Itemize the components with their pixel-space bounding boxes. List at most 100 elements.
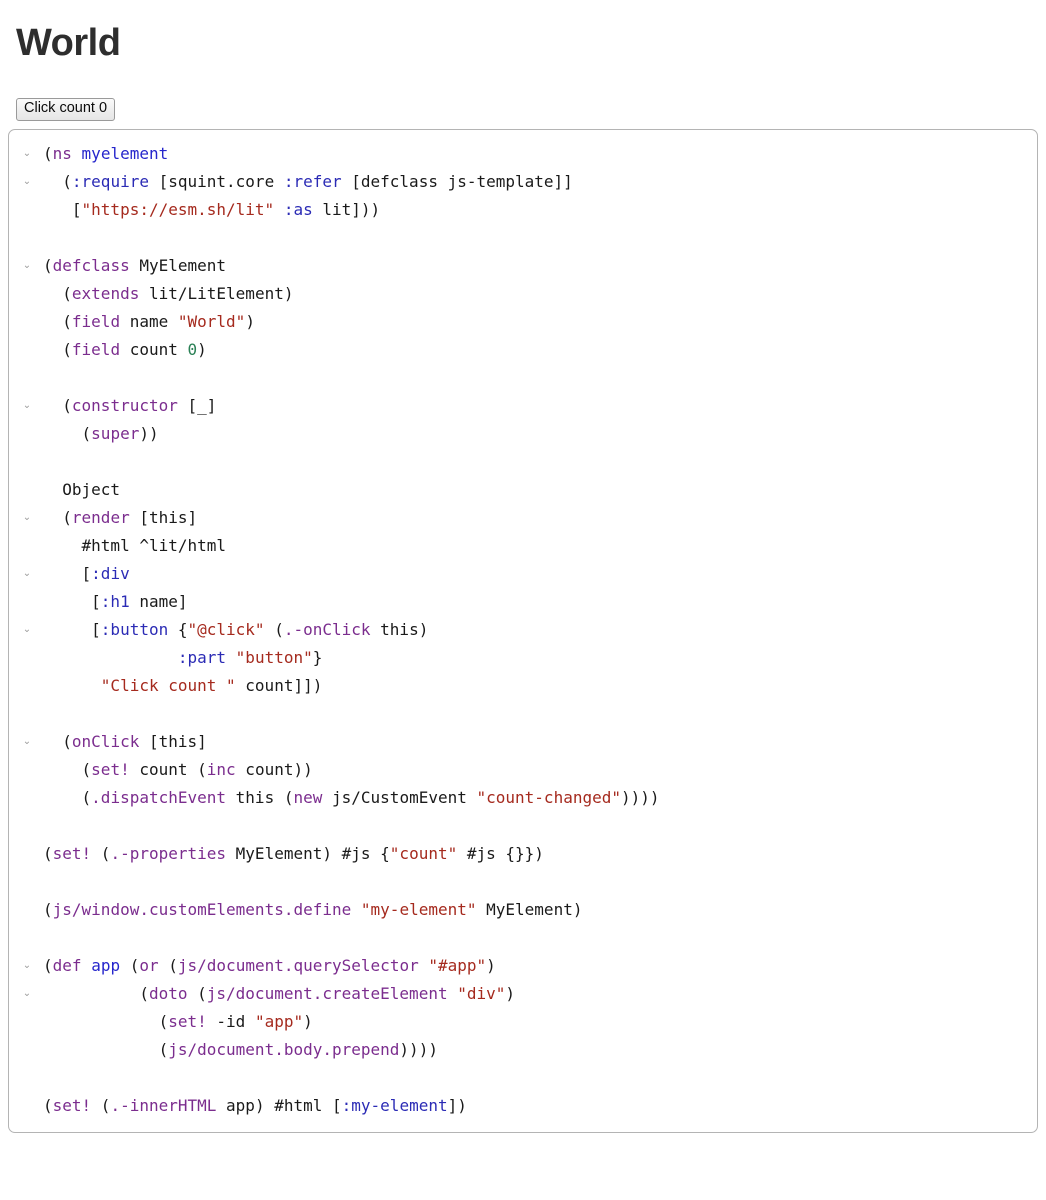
code-token-plain: ( — [43, 143, 53, 163]
code-token-plain: count]]) — [235, 675, 323, 695]
code-token-kw: :h1 — [100, 591, 130, 611]
code-token-plain: ( — [158, 955, 178, 975]
code-token-def: .dispatchEvent — [91, 787, 227, 807]
chevron-down-icon[interactable]: ⌄ — [21, 560, 33, 588]
code-token-plain: lit])) — [312, 199, 381, 219]
code-content: ⌄ (ns myelement ⌄ (:require [squint.core :… — [9, 140, 1037, 1120]
code-token-def: set! — [168, 1011, 207, 1031]
code-line: Object — [9, 476, 1037, 504]
code-line: #html ^lit/html — [9, 532, 1037, 560]
code-token-kw: :require — [71, 171, 149, 191]
code-token-plain: ( — [43, 759, 92, 779]
code-line: (extends lit/LitElement) — [9, 280, 1037, 308]
code-token-def: js/document.createElement — [206, 983, 448, 1003]
code-editor[interactable]: ⌄ (ns myelement ⌄ (:require [squint.core :… — [8, 128, 1038, 1133]
code-token-kw: :as — [283, 199, 313, 219]
code-line: (set! count (inc count)) — [9, 756, 1037, 784]
code-token-kw: :part — [177, 647, 227, 667]
code-token-str: "@click" — [187, 619, 265, 639]
code-token-str: "app" — [254, 1011, 304, 1031]
code-token-str: "my-element" — [360, 899, 477, 919]
code-token-def: js/document.querySelector — [177, 955, 419, 975]
chevron-down-icon[interactable]: ⌄ — [21, 504, 33, 532]
code-token-def: render — [71, 507, 130, 527]
code-token-plain: name] — [129, 591, 188, 611]
code-token-plain: ( — [43, 955, 53, 975]
chevron-down-icon[interactable]: ⌄ — [21, 140, 33, 168]
code-token-plain: count)) — [235, 759, 313, 779]
code-line: (js/document.body.prepend)))) — [9, 1036, 1037, 1064]
code-token-plain: ( — [43, 311, 72, 331]
chevron-down-icon[interactable]: ⌄ — [21, 252, 33, 280]
code-token-plain: ( — [43, 1039, 169, 1059]
code-token-plain: ( — [43, 843, 53, 863]
code-token-plain: [this] — [129, 507, 198, 527]
code-line: (field count 0) — [9, 336, 1037, 364]
code-token-plain: ( — [43, 171, 72, 191]
code-token-plain: ( — [43, 983, 149, 1003]
code-token-def: js/document.body.prepend — [168, 1039, 400, 1059]
page-root: World Click count 0 ⌄ (ns myelement ⌄ (:re… — [0, 0, 1046, 1133]
code-line: ⌄ (ns myelement — [9, 140, 1037, 168]
chevron-down-icon[interactable]: ⌄ — [21, 952, 33, 980]
code-token-str: "#app" — [428, 955, 487, 975]
code-token-plain: Object — [43, 479, 121, 499]
chevron-down-icon[interactable]: ⌄ — [21, 980, 33, 1008]
code-token-plain: ( — [187, 983, 207, 1003]
code-token-plain: MyElement — [129, 255, 227, 275]
code-line: ⌄ (def app (or (js/document.querySelector… — [9, 952, 1037, 980]
code-token-def: .-innerHTML — [110, 1095, 217, 1115]
chevron-down-icon[interactable]: ⌄ — [21, 728, 33, 756]
code-token-plain: [_] — [177, 395, 217, 415]
code-line: (super)) — [9, 420, 1037, 448]
code-token-name: app — [91, 955, 121, 975]
code-token-plain: ( — [43, 787, 92, 807]
code-token-def: field — [71, 311, 121, 331]
click-count-button[interactable]: Click count 0 — [16, 97, 116, 121]
code-line: ⌄ (onClick [this] — [9, 728, 1037, 756]
counter-row: Click count 0 — [8, 66, 1038, 121]
code-token-plain: app) #html [ — [216, 1095, 342, 1115]
code-token-plain: ( — [43, 339, 72, 359]
code-token-plain: MyElement) — [476, 899, 583, 919]
code-token-plain: ) — [245, 311, 255, 331]
chevron-down-icon[interactable]: ⌄ — [21, 616, 33, 644]
code-token-plain: ( — [91, 1095, 111, 1115]
code-line: ⌄ [:button {"@click" (.-onClick this) — [9, 616, 1037, 644]
code-token-plain: count — [120, 339, 188, 359]
code-token-plain: -id — [206, 1011, 255, 1031]
code-token-plain: ( — [264, 619, 284, 639]
code-token-plain: ) — [197, 339, 207, 359]
code-token-plain: this) — [370, 619, 429, 639]
chevron-down-icon[interactable]: ⌄ — [21, 168, 33, 196]
code-token-plain: ) — [486, 955, 496, 975]
code-token-plain: ( — [43, 395, 72, 415]
code-token-def: field — [71, 339, 121, 359]
code-token-def: onClick — [71, 731, 140, 751]
code-line: (js/window.customElements.define "my-ele… — [9, 896, 1037, 924]
code-token-plain: [ — [43, 199, 82, 219]
code-token-def: ns — [52, 143, 72, 163]
code-token-plain: #html ^lit/html — [43, 535, 227, 555]
code-token-str: "World" — [177, 311, 246, 331]
code-token-plain: ( — [43, 1095, 53, 1115]
code-token-plain: [this] — [139, 731, 207, 751]
code-token-plain: [ — [43, 591, 101, 611]
code-token-def: def — [52, 955, 82, 975]
code-token-def: js/window.customElements.define — [52, 899, 352, 919]
code-token-plain: [ — [43, 619, 101, 639]
code-token-plain: ( — [43, 731, 72, 751]
code-token-plain: ( — [43, 255, 53, 275]
code-token-plain: ( — [43, 899, 53, 919]
chevron-down-icon[interactable]: ⌄ — [21, 392, 33, 420]
